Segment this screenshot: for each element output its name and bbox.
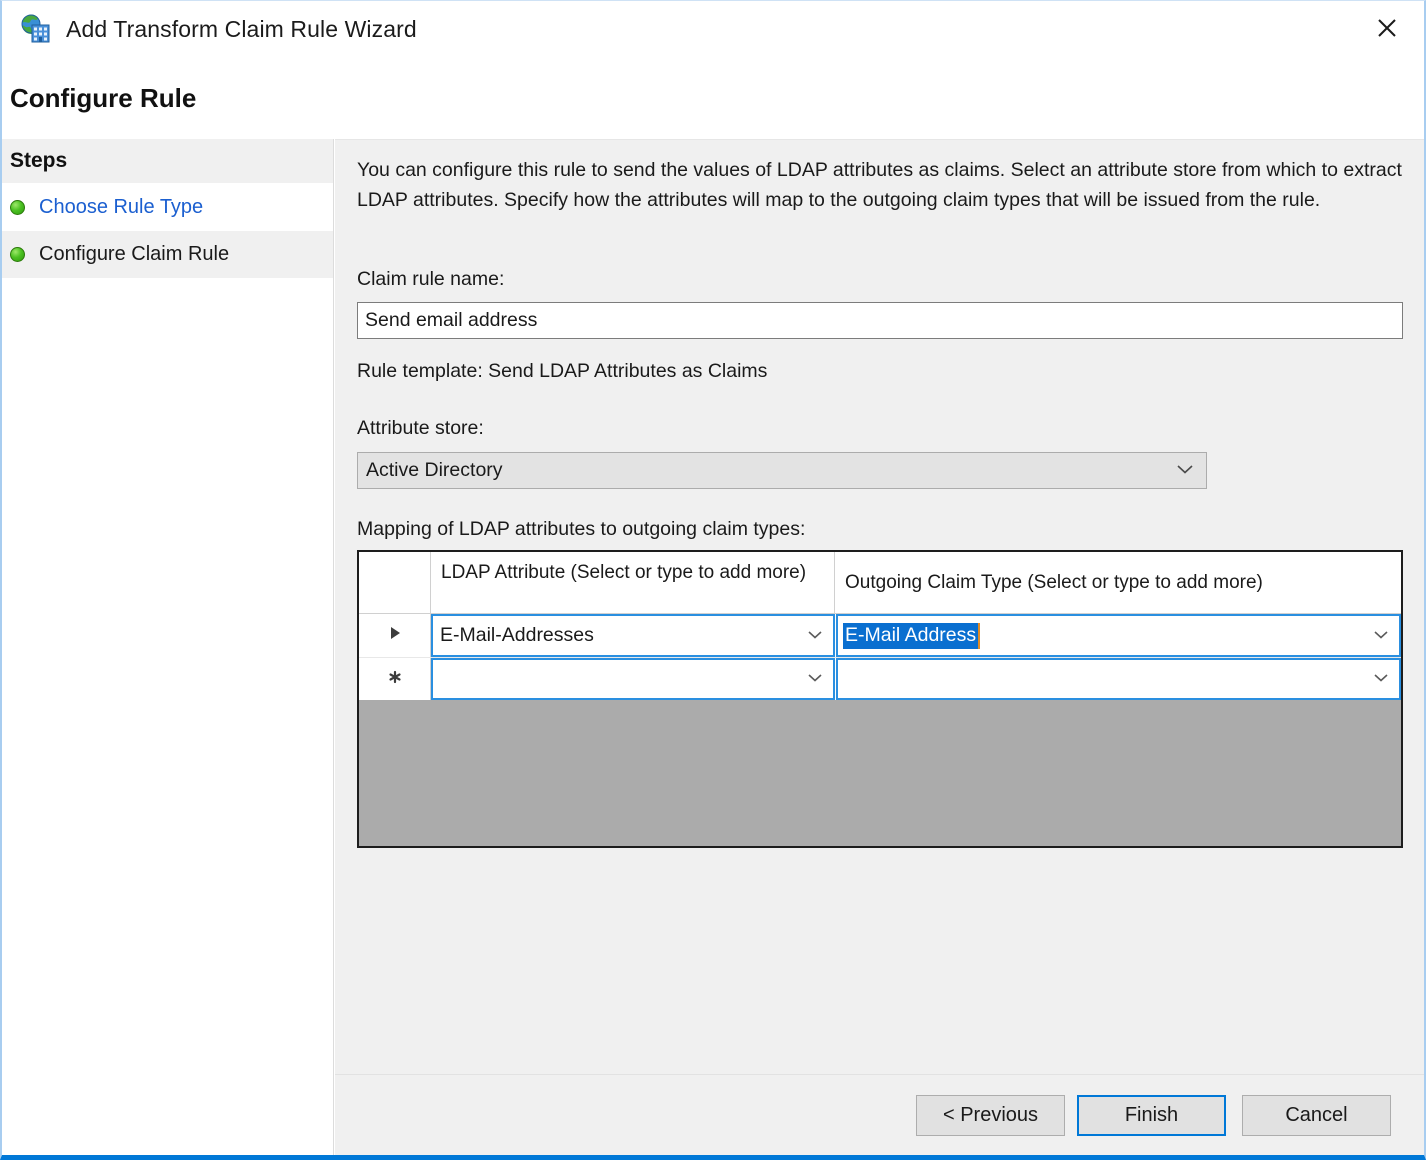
page-title: Configure Rule: [10, 83, 197, 113]
attribute-store-value: Active Directory: [366, 459, 503, 481]
new-row-asterisk-icon: [388, 670, 402, 689]
cell-outgoing-claim-type[interactable]: E-Mail Address: [836, 614, 1401, 657]
cell-outgoing-claim-type-value: E-Mail Address: [843, 622, 981, 649]
chevron-down-icon[interactable]: [1373, 627, 1389, 645]
row-header-current[interactable]: [359, 614, 431, 657]
previous-button[interactable]: < Previous: [916, 1095, 1065, 1136]
sidebar-item-label: Choose Rule Type: [39, 196, 204, 218]
claim-rule-wizard-icon: [20, 13, 52, 45]
close-button[interactable]: [1358, 5, 1416, 51]
mapping-label: Mapping of LDAP attributes to outgoing c…: [357, 518, 806, 540]
wizard-body: Steps Choose Rule Type Configure Claim R…: [2, 139, 1424, 1155]
dialog-footer: < Previous Finish Cancel: [335, 1074, 1424, 1155]
chevron-down-icon[interactable]: [807, 670, 823, 688]
intro-description: You can configure this rule to send the …: [357, 159, 1402, 211]
main-panel: You can configure this rule to send the …: [335, 139, 1424, 1155]
completed-step-icon: [10, 200, 25, 215]
column-header-ldap-attribute[interactable]: LDAP Attribute (Select or type to add mo…: [431, 552, 835, 613]
grid-empty-area: [359, 700, 1401, 846]
steps-header-label: Steps: [10, 149, 68, 172]
steps-sidebar: Steps Choose Rule Type Configure Claim R…: [2, 139, 334, 1155]
page-heading-bar: Configure Rule: [2, 57, 1424, 139]
attribute-store-label: Attribute store:: [357, 417, 484, 439]
cell-ldap-attribute[interactable]: E-Mail-Addresses: [431, 614, 835, 657]
cancel-button[interactable]: Cancel: [1242, 1095, 1391, 1136]
window-title: Add Transform Claim Rule Wizard: [66, 15, 417, 42]
ldap-mapping-grid[interactable]: LDAP Attribute (Select or type to add mo…: [357, 550, 1403, 848]
table-row[interactable]: E-Mail-Addresses E-Mail Address: [359, 614, 1401, 657]
steps-header: Steps: [2, 139, 333, 184]
sidebar-item-configure-claim-rule[interactable]: Configure Claim Rule: [2, 231, 333, 278]
claim-rule-name-input[interactable]: [357, 302, 1403, 339]
title-bar: Add Transform Claim Rule Wizard: [2, 1, 1424, 57]
finish-button[interactable]: Finish: [1077, 1095, 1226, 1136]
chevron-down-icon: [1176, 462, 1194, 480]
attribute-store-dropdown[interactable]: Active Directory: [357, 452, 1207, 489]
cell-ldap-attribute[interactable]: [431, 658, 835, 700]
column-header-outgoing-claim-type[interactable]: Outgoing Claim Type (Select or type to a…: [835, 552, 1401, 613]
close-icon: [1376, 17, 1398, 39]
chevron-down-icon[interactable]: [807, 627, 823, 645]
table-row[interactable]: [359, 657, 1401, 700]
row-header-new[interactable]: [359, 658, 431, 700]
rule-template-text: Rule template: Send LDAP Attributes as C…: [357, 360, 768, 382]
completed-step-icon: [10, 247, 25, 262]
cell-ldap-attribute-value: E-Mail-Addresses: [440, 624, 594, 646]
chevron-down-icon[interactable]: [1373, 670, 1389, 688]
current-row-arrow-icon: [388, 625, 402, 646]
sidebar-item-label: Configure Claim Rule: [39, 243, 230, 265]
grid-header-row: LDAP Attribute (Select or type to add mo…: [359, 552, 1401, 614]
claim-rule-name-label: Claim rule name:: [357, 268, 505, 290]
wizard-window: Add Transform Claim Rule Wizard Configur…: [0, 0, 1426, 1160]
grid-header-corner: [359, 552, 431, 613]
cell-outgoing-claim-type[interactable]: [836, 658, 1401, 700]
sidebar-item-choose-rule-type[interactable]: Choose Rule Type: [2, 184, 333, 231]
main-content: You can configure this rule to send the …: [335, 139, 1424, 1075]
